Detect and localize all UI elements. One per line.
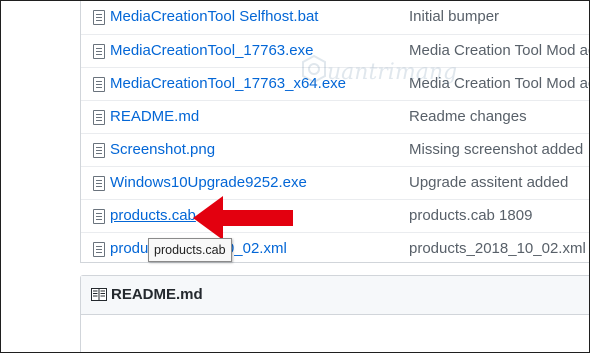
commit-message[interactable]: products.cab 1809 bbox=[409, 207, 532, 224]
book-icon bbox=[91, 288, 107, 301]
file-icon bbox=[93, 110, 105, 125]
file-icon bbox=[93, 176, 105, 191]
commit-message[interactable]: Initial bumper bbox=[409, 8, 499, 25]
file-icon bbox=[93, 44, 105, 59]
file-link[interactable]: README.md bbox=[110, 108, 199, 125]
file-link[interactable]: MediaCreationTool_17763_x64.exe bbox=[110, 75, 346, 92]
readme-header: README.md bbox=[81, 276, 589, 315]
commit-message[interactable]: Readme changes bbox=[409, 108, 527, 125]
table-row: Screenshot.png Missing screenshot added bbox=[81, 133, 589, 166]
screenshot-frame: MediaCreationTool Selfhost.bat Initial b… bbox=[0, 0, 590, 353]
tooltip: products.cab bbox=[148, 238, 232, 262]
file-icon bbox=[93, 209, 105, 224]
file-link[interactable]: MediaCreationTool_17763.exe bbox=[110, 42, 313, 59]
file-link[interactable]: Windows10Upgrade9252.exe bbox=[110, 174, 307, 191]
red-arrow-icon bbox=[193, 196, 293, 240]
file-link[interactable]: Screenshot.png bbox=[110, 141, 215, 158]
file-icon bbox=[93, 10, 105, 25]
table-row: MediaCreationTool Selfhost.bat Initial b… bbox=[81, 1, 589, 33]
table-row: MediaCreationTool_17763_x64.exe Media Cr… bbox=[81, 67, 589, 100]
file-icon bbox=[93, 77, 105, 92]
table-row: products.cab products.cab 1809 bbox=[81, 199, 589, 232]
commit-message[interactable]: Upgrade assitent added bbox=[409, 174, 568, 191]
file-link-products-cab[interactable]: products.cab bbox=[110, 207, 196, 224]
commit-message[interactable]: Media Creation Tool Mod add bbox=[409, 42, 589, 59]
readme-title: README.md bbox=[111, 286, 203, 303]
commit-message[interactable]: products_2018_10_02.xml for bbox=[409, 240, 589, 257]
file-link[interactable]: MediaCreationTool Selfhost.bat bbox=[110, 8, 318, 25]
commit-message[interactable]: Missing screenshot added bbox=[409, 141, 583, 158]
table-row: README.md Readme changes bbox=[81, 100, 589, 133]
commit-message[interactable]: Media Creation Tool Mod add bbox=[409, 75, 589, 92]
readme-panel: README.md bbox=[80, 275, 589, 352]
table-row: Windows10Upgrade9252.exe Upgrade assiten… bbox=[81, 166, 589, 199]
file-list: MediaCreationTool Selfhost.bat Initial b… bbox=[80, 1, 589, 263]
table-row: MediaCreationTool_17763.exe Media Creati… bbox=[81, 34, 589, 67]
file-icon bbox=[93, 143, 105, 158]
file-icon bbox=[93, 242, 105, 257]
